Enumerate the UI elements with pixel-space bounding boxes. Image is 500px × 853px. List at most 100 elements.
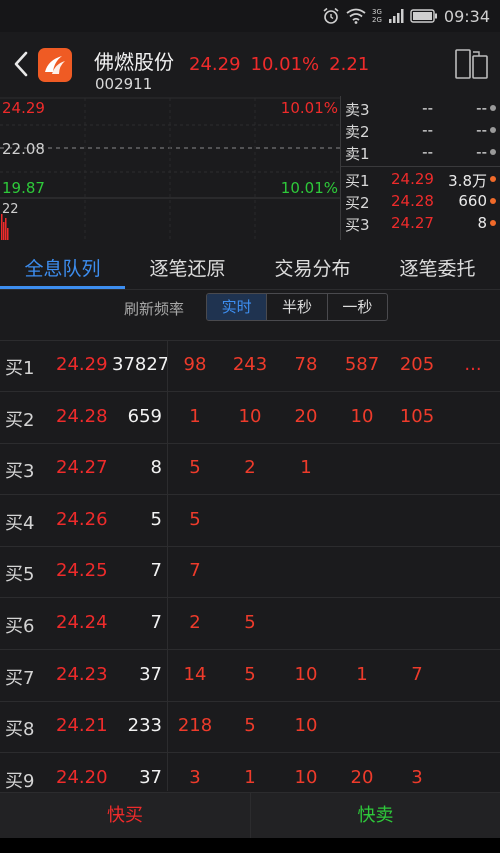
queue-order-size: ... bbox=[464, 354, 482, 375]
queue-order-size: 20 bbox=[350, 766, 374, 788]
header-change-pct: 10.01% bbox=[250, 54, 320, 75]
chart-top-price: 24.29 bbox=[2, 99, 45, 117]
queue-order-size: 5 bbox=[244, 612, 256, 633]
chart-volume-label: 22 bbox=[2, 202, 19, 217]
stock-header: 佛燃股份 002911 24.29 10.01% 2.21 bbox=[0, 32, 500, 96]
tab-tick-restore[interactable]: 逐笔还原 bbox=[125, 254, 250, 281]
refresh-one-second-button[interactable]: 一秒 bbox=[328, 294, 387, 320]
order-book-price: -- bbox=[422, 99, 433, 117]
tab-tick-orders[interactable]: 逐笔委托 bbox=[375, 254, 500, 281]
alarm-icon bbox=[323, 7, 339, 24]
network-type-top: 3G bbox=[372, 8, 382, 16]
queue-row: 买6 24.24 7 2 5 bbox=[0, 599, 500, 650]
order-book-dot-icon bbox=[490, 198, 496, 204]
queue-price: 24.23 bbox=[56, 663, 108, 685]
header-price: 24.29 bbox=[189, 54, 241, 75]
order-book-price: 24.29 bbox=[391, 170, 434, 188]
queue-level-label: 买5 bbox=[5, 564, 35, 586]
order-book-dot-icon bbox=[490, 176, 496, 182]
detail-tabs: 全息队列 逐笔还原 交易分布 逐笔委托 bbox=[0, 240, 500, 290]
refresh-realtime-button[interactable]: 实时 bbox=[207, 294, 268, 320]
queue-order-size: 10 bbox=[294, 663, 318, 685]
queue-row: 买5 24.25 7 7 bbox=[0, 547, 500, 599]
queue-price: 24.20 bbox=[56, 766, 108, 788]
queue-price: 24.24 bbox=[56, 612, 108, 633]
queue-level-label: 买1 bbox=[5, 358, 35, 379]
queue-price: 24.26 bbox=[56, 508, 108, 530]
queue-order-size: 3 bbox=[189, 766, 201, 788]
queue-price: 24.25 bbox=[56, 560, 108, 582]
queue-price: 24.27 bbox=[56, 457, 108, 479]
order-book-label: 卖1 bbox=[345, 145, 370, 163]
volume-bars bbox=[1, 214, 9, 240]
order-book-volume: -- bbox=[476, 143, 487, 161]
queue-volume: 7 bbox=[150, 560, 162, 582]
queue-row: 买2 24.28 659 1 10 20 10 105 bbox=[0, 393, 500, 444]
queue-order-size: 1 bbox=[356, 663, 368, 685]
queue-level-label: 买8 bbox=[5, 719, 35, 741]
queue-level-label: 买6 bbox=[5, 616, 35, 637]
intraday-chart-svg: 24.29 10.01% 22.08 19.87 10.01% 22 bbox=[0, 97, 340, 240]
queue-level-label: 买2 bbox=[5, 409, 35, 431]
queue-volume: 37827 bbox=[112, 354, 170, 375]
header-change: 2.21 bbox=[329, 54, 370, 75]
stock-code: 002911 bbox=[95, 75, 153, 93]
queue-order-size: 105 bbox=[399, 405, 435, 427]
queue-order-size: 5 bbox=[244, 663, 256, 685]
refresh-label: 刷新频率 bbox=[124, 300, 185, 318]
back-arrow-icon[interactable] bbox=[10, 50, 32, 78]
queue-order-size: 10 bbox=[350, 405, 374, 427]
order-book-label: 买2 bbox=[345, 194, 370, 212]
stock-logo bbox=[38, 48, 72, 82]
queue-price: 24.21 bbox=[56, 715, 108, 737]
order-book-sell2: 卖2 -- -- bbox=[341, 119, 500, 141]
tab-full-queue[interactable]: 全息队列 bbox=[0, 254, 125, 281]
order-book-sell3: 卖3 -- -- bbox=[341, 97, 500, 119]
status-bar: 3G 2G 09:34 bbox=[0, 0, 500, 32]
intraday-chart[interactable]: 24.29 10.01% 22.08 19.87 10.01% 22 bbox=[0, 96, 340, 240]
order-book-dot-icon bbox=[490, 149, 496, 155]
status-time: 09:34 bbox=[443, 6, 490, 26]
queue-level-label: 买7 bbox=[5, 667, 35, 689]
network-type-bottom: 2G bbox=[372, 16, 382, 24]
queue-row: 买3 24.27 8 5 2 1 bbox=[0, 444, 500, 496]
refresh-frequency: 刷新频率 实时 半秒 一秒 bbox=[0, 290, 500, 326]
queue-volume: 7 bbox=[150, 612, 162, 633]
order-book: 卖3 -- -- 卖2 -- -- 卖1 -- -- 买1 24.29 3.8万… bbox=[340, 96, 500, 240]
order-book-price: 24.27 bbox=[391, 214, 434, 232]
queue-level-label: 买9 bbox=[5, 770, 35, 792]
queue-volume: 5 bbox=[150, 508, 162, 530]
order-book-volume: 8 bbox=[477, 214, 487, 232]
queue-order-size: 205 bbox=[399, 354, 435, 375]
order-book-buy3: 买3 24.27 8 bbox=[341, 212, 500, 234]
queue-order-size: 10 bbox=[294, 766, 318, 788]
quick-sell-button[interactable]: 快卖 bbox=[250, 793, 500, 839]
landscape-switch-icon[interactable] bbox=[453, 48, 489, 80]
queue-volume: 233 bbox=[127, 715, 162, 737]
header-quote: 24.29 10.01% 2.21 bbox=[189, 54, 369, 75]
network-type: 3G 2G bbox=[372, 8, 382, 24]
system-nav-bar bbox=[0, 838, 500, 853]
order-book-price: -- bbox=[422, 143, 433, 161]
order-book-volume: 3.8万 bbox=[448, 172, 487, 190]
tab-trade-distribution[interactable]: 交易分布 bbox=[250, 254, 375, 281]
chart-top-pct: 10.01% bbox=[281, 99, 338, 117]
queue-order-size: 20 bbox=[294, 405, 318, 427]
order-book-volume: -- bbox=[476, 99, 487, 117]
refresh-half-second-button[interactable]: 半秒 bbox=[267, 294, 328, 320]
order-book-dot-icon bbox=[490, 220, 496, 226]
queue-order-size: 1 bbox=[300, 457, 312, 479]
queue-order-size: 218 bbox=[177, 715, 213, 737]
queue-order-size: 14 bbox=[183, 663, 207, 685]
queue-order-size: 7 bbox=[189, 560, 201, 582]
stock-name: 佛燃股份 bbox=[94, 50, 174, 74]
signal-icon bbox=[388, 9, 404, 23]
queue-volume: 659 bbox=[127, 405, 162, 427]
queue-order-size: 2 bbox=[244, 457, 256, 479]
queue-order-size: 1 bbox=[244, 766, 256, 788]
queue-row: 买8 24.21 233 218 5 10 bbox=[0, 702, 500, 754]
queue-order-size: 7 bbox=[411, 663, 423, 685]
queue-order-size: 5 bbox=[189, 457, 201, 479]
quick-buy-button[interactable]: 快买 bbox=[0, 793, 250, 839]
order-book-dot-icon bbox=[490, 105, 496, 111]
